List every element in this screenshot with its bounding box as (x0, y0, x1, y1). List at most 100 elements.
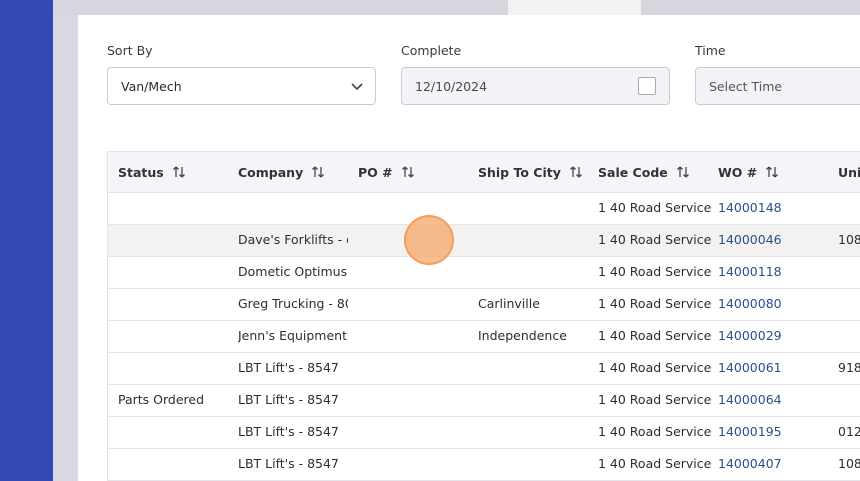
cell-sale-code: 1 40 Road Service (598, 456, 712, 471)
cell-ship-to-city (478, 257, 588, 287)
cell-company: LBT Lift's - 8547 (238, 456, 339, 471)
cell-status: Parts Ordered (118, 392, 205, 407)
sort-icon (676, 166, 689, 178)
table-row[interactable]: Dometic Optimus - 1 40 Road Service 1400… (108, 257, 860, 289)
header-ship-to-city[interactable]: Ship To City (478, 152, 583, 192)
cell-po (358, 417, 468, 447)
cell-ship-to-city (478, 385, 588, 415)
cell-company: LBT Lift's - 8547 (238, 392, 339, 407)
cell-ship-to-city: Independence (478, 328, 567, 343)
wo-link[interactable]: 14000195 (718, 417, 828, 447)
table-header: Status Company PO # Ship To City Sale Co… (108, 152, 860, 193)
table-row[interactable]: Dave's Forklifts - da 1 40 Road Service … (108, 225, 860, 257)
cell-status (118, 225, 228, 255)
sort-by-select[interactable]: Van/Mech (107, 67, 376, 105)
table-row[interactable]: 1 40 Road Service 14000148 (108, 193, 860, 225)
cell-company: LBT Lift's - 8547 (238, 360, 339, 375)
cell-unit: 108 (838, 456, 860, 471)
cell-company (238, 193, 348, 223)
sort-icon (766, 166, 779, 178)
cell-company: LBT Lift's - 8547 (238, 424, 339, 439)
cell-unit (838, 385, 860, 415)
cell-unit (838, 193, 860, 223)
time-placeholder: Select Time (709, 78, 783, 94)
table-row[interactable]: LBT Lift's - 8547 1 40 Road Service 1400… (108, 449, 860, 481)
table-row[interactable]: Jenn's Equipment ( Independence 1 40 Roa… (108, 321, 860, 353)
cell-sale-code: 1 40 Road Service (598, 200, 712, 215)
tab-active[interactable] (508, 0, 641, 15)
cell-status (118, 417, 228, 447)
cell-company: Jenn's Equipment ( (238, 328, 348, 343)
sort-by-label: Sort By (107, 43, 153, 58)
cell-unit (838, 321, 860, 351)
cell-sale-code: 1 40 Road Service (598, 392, 712, 407)
header-company[interactable]: Company (238, 152, 325, 192)
cell-unit (838, 257, 860, 287)
cell-company: Dave's Forklifts - da (238, 232, 348, 247)
cell-ship-to-city (478, 417, 588, 447)
cell-status (118, 257, 228, 287)
wo-link[interactable]: 14000118 (718, 257, 828, 287)
cell-sale-code: 1 40 Road Service (598, 296, 712, 311)
header-status[interactable]: Status (118, 152, 186, 192)
complete-date-field[interactable]: 12/10/2024 (401, 67, 670, 105)
wo-link[interactable]: 14000029 (718, 321, 828, 351)
wo-link[interactable]: 14000080 (718, 289, 828, 319)
cell-ship-to-city (478, 225, 588, 255)
complete-label: Complete (401, 43, 462, 58)
click-indicator (404, 215, 454, 265)
complete-date-value: 12/10/2024 (415, 78, 488, 94)
cell-ship-to-city (478, 449, 588, 479)
cell-po (358, 257, 468, 287)
time-label: Time (695, 43, 726, 58)
cell-po (358, 449, 468, 479)
cell-unit (838, 289, 860, 319)
cell-unit: 012 (838, 424, 860, 439)
sort-icon (569, 166, 582, 178)
cell-company: Dometic Optimus - (238, 264, 348, 279)
wo-link[interactable]: 14000064 (718, 385, 828, 415)
cell-ship-to-city (478, 353, 588, 383)
tab-strip (53, 0, 860, 15)
time-select[interactable]: Select Time (695, 67, 860, 105)
cell-po (358, 193, 468, 223)
cell-po (358, 289, 468, 319)
sidebar (0, 0, 53, 481)
chevron-down-icon (351, 83, 363, 91)
sort-icon (172, 166, 185, 178)
sort-icon (312, 166, 325, 178)
cell-sale-code: 1 40 Road Service (598, 360, 712, 375)
cell-sale-code: 1 40 Road Service (598, 232, 712, 247)
header-sale-code[interactable]: Sale Code (598, 152, 690, 192)
cell-ship-to-city: Carlinville (478, 296, 540, 311)
sort-by-value: Van/Mech (121, 78, 182, 94)
cell-sale-code: 1 40 Road Service (598, 264, 712, 279)
cell-unit: 108 (838, 232, 860, 247)
cell-unit: 918 (838, 360, 860, 375)
cell-ship-to-city (478, 193, 588, 223)
cell-po (358, 385, 468, 415)
cell-status (118, 353, 228, 383)
header-po[interactable]: PO # (358, 152, 415, 192)
cell-po (358, 353, 468, 383)
wo-link[interactable]: 14000407 (718, 449, 828, 479)
cell-company: Greg Trucking - 80( (238, 296, 348, 311)
wo-link[interactable]: 14000148 (718, 193, 828, 223)
complete-checkbox[interactable] (638, 77, 656, 95)
table-row[interactable]: Parts Ordered LBT Lift's - 8547 1 40 Roa… (108, 385, 860, 417)
cell-sale-code: 1 40 Road Service (598, 424, 712, 439)
work-orders-table: Status Company PO # Ship To City Sale Co… (107, 151, 860, 481)
table-row[interactable]: LBT Lift's - 8547 1 40 Road Service 1400… (108, 353, 860, 385)
header-wo[interactable]: WO # (718, 152, 779, 192)
wo-link[interactable]: 14000061 (718, 353, 828, 383)
cell-status (118, 449, 228, 479)
cell-po (358, 321, 468, 351)
cell-status (118, 193, 228, 223)
cell-status (118, 289, 228, 319)
wo-link[interactable]: 14000046 (718, 225, 828, 255)
sort-icon (401, 166, 414, 178)
cell-status (118, 321, 228, 351)
table-row[interactable]: LBT Lift's - 8547 1 40 Road Service 1400… (108, 417, 860, 449)
table-row[interactable]: Greg Trucking - 80( Carlinville 1 40 Roa… (108, 289, 860, 321)
header-unit[interactable]: Unit (838, 152, 860, 192)
